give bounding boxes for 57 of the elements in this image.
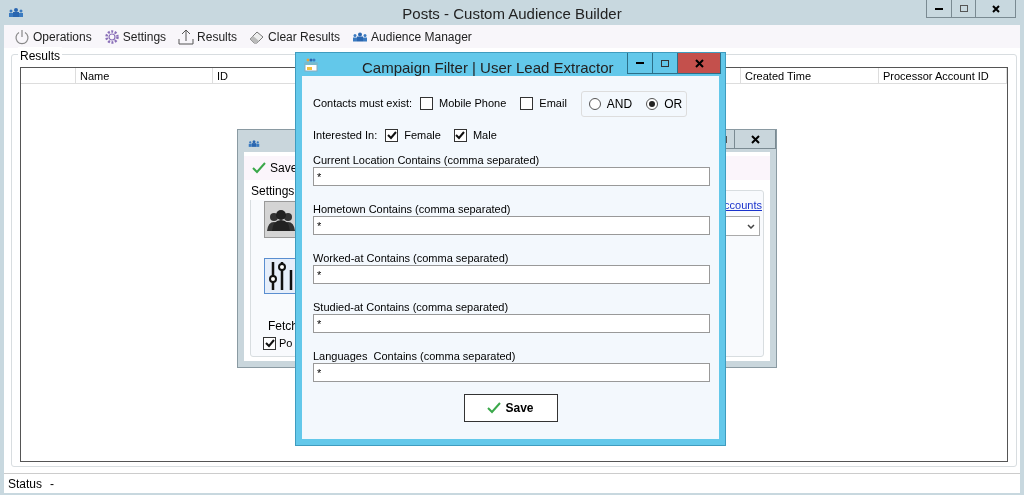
close-icon	[750, 134, 760, 144]
toolbar-button[interactable]: Settings	[103, 27, 167, 46]
dialog-title: Campaign Filter | User Lead Extractor	[362, 58, 614, 78]
power-icon	[14, 28, 30, 45]
checkbox-label: Email	[539, 96, 567, 112]
accounts-link[interactable]: ccounts	[724, 197, 762, 214]
sliders-icon	[268, 262, 294, 290]
window-title: Posts - Custom Audience Builder	[402, 4, 622, 24]
radio-label: AND	[606, 95, 633, 113]
toolbar-button[interactable]: Results	[178, 27, 238, 46]
input-field[interactable]: *	[313, 216, 710, 235]
toolbar-button[interactable]: Operations	[14, 27, 92, 46]
field-label: Interested In:	[313, 127, 378, 143]
checkbox[interactable]	[420, 97, 434, 110]
checkbox-label: Po	[279, 336, 293, 351]
close-icon	[694, 58, 704, 68]
upload-icon	[178, 28, 195, 45]
checkbox[interactable]	[520, 97, 534, 110]
close-icon	[991, 4, 1000, 13]
checkbox[interactable]	[385, 128, 399, 142]
app-icon	[8, 8, 24, 17]
check-icon	[252, 162, 266, 174]
check-icon	[487, 402, 502, 414]
column-header[interactable]: Created Time	[741, 68, 879, 83]
toolbar-button[interactable]: Clear Results	[249, 27, 341, 46]
input-field[interactable]: *	[313, 167, 710, 186]
status-value: -	[50, 475, 55, 493]
audience-button[interactable]	[264, 201, 298, 238]
field-label: Hometown Contains (comma separated)	[313, 202, 512, 216]
field-label: Studied-at Contains (comma separated)	[313, 300, 510, 314]
people-icon	[267, 208, 295, 231]
column-header[interactable]: Name	[76, 68, 213, 83]
status-label: Status	[8, 475, 43, 493]
checkbox[interactable]	[263, 336, 276, 350]
sliders-button[interactable]	[264, 258, 298, 294]
chevron-down-icon	[747, 223, 755, 229]
field-label: Worked-at Contains (comma separated)	[313, 251, 510, 265]
checkbox-label: Male	[472, 127, 497, 143]
checkbox-label: Mobile Phone	[439, 96, 507, 112]
input-field[interactable]: *	[313, 314, 710, 333]
field-label: Current Location Contains (comma separated)	[313, 153, 541, 167]
save-button[interactable]: Save	[463, 394, 558, 422]
radio-button[interactable]	[588, 97, 601, 110]
checkbox-label: Female	[404, 127, 441, 143]
field-label: Contacts must exist:	[313, 96, 413, 112]
radio-button[interactable]	[646, 97, 659, 110]
people-icon	[352, 31, 369, 42]
app-icon	[248, 140, 260, 147]
column-header[interactable]: Processor Account ID	[879, 68, 1007, 83]
input-field[interactable]: *	[313, 265, 710, 284]
radio-label: OR	[664, 95, 683, 113]
checkbox[interactable]	[453, 128, 467, 142]
dialog-icon	[304, 58, 318, 72]
input-field[interactable]: *	[313, 363, 710, 382]
settings-icon	[103, 28, 120, 45]
toolbar-button[interactable]: Audience Manager	[352, 27, 472, 46]
field-label: Languages Contains (comma separated)	[313, 349, 517, 363]
